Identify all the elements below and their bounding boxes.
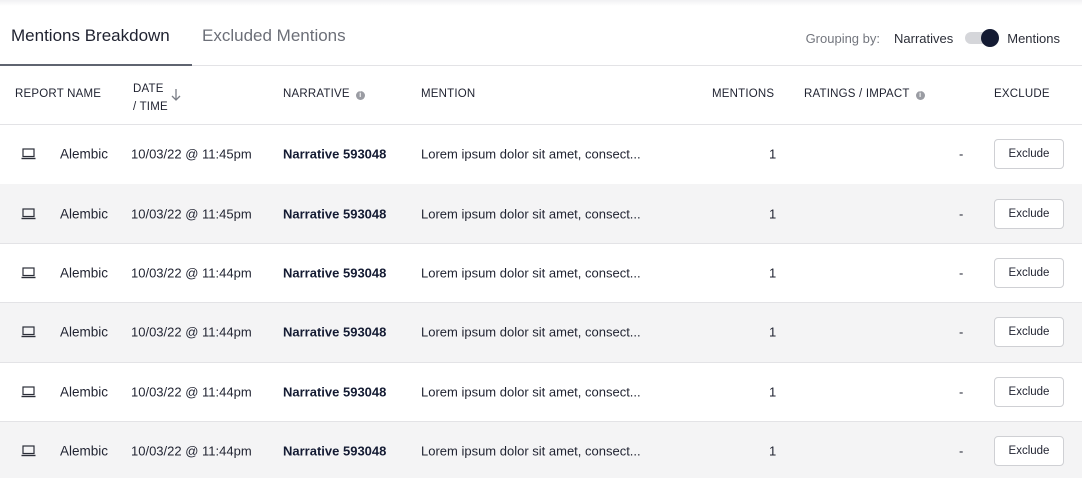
laptop-icon [21, 208, 36, 219]
column-date-line1: DATE [133, 83, 164, 95]
exclude-button[interactable]: Exclude [994, 198, 1064, 229]
report-name[interactable]: Alembic [60, 206, 108, 221]
row-ratings-impact: - [959, 443, 964, 459]
row-date-time: 10/03/22 @ 11:44pm [131, 384, 252, 400]
tab-excluded-mentions[interactable]: Excluded Mentions [192, 26, 356, 66]
report-name[interactable]: Alembic [60, 325, 108, 340]
table-row[interactable]: Alembic 10/03/22 @ 11:44pm Narrative 593… [0, 303, 1082, 363]
row-ratings-impact: - [959, 206, 964, 222]
exclude-button[interactable]: Exclude [994, 376, 1064, 407]
grouping-option-mentions[interactable]: Mentions [1007, 31, 1060, 46]
info-icon[interactable]: i [355, 91, 365, 100]
table-row[interactable]: Alembic 10/03/22 @ 11:45pm Narrative 593… [0, 184, 1082, 244]
column-narrative-label: NARRATIVE [283, 88, 350, 100]
row-mention[interactable]: Lorem ipsum dolor sit amet, consect... [421, 147, 641, 162]
column-date-time[interactable]: DATE / TIME [133, 80, 168, 116]
row-narrative[interactable]: Narrative 593048 [283, 384, 386, 399]
column-mentions-count[interactable]: MENTIONS [712, 88, 774, 100]
row-date-time: 10/03/22 @ 11:44pm [131, 324, 252, 340]
info-icon[interactable]: i [915, 91, 925, 100]
row-mentions-count: 1 [769, 265, 777, 281]
row-mention[interactable]: Lorem ipsum dolor sit amet, consect... [421, 206, 641, 221]
grouping-label: Grouping by: [805, 30, 880, 46]
report-name[interactable]: Alembic [60, 147, 108, 162]
grouping-toggle[interactable] [965, 29, 1000, 47]
row-ratings-impact: - [959, 146, 964, 162]
grouping-option-narratives[interactable]: Narratives [894, 31, 953, 46]
column-exclude: EXCLUDE [994, 88, 1050, 100]
row-date-time: 10/03/22 @ 11:44pm [131, 443, 252, 459]
row-date-time: 10/03/22 @ 11:45pm [131, 146, 252, 162]
tab-mentions-breakdown[interactable]: Mentions Breakdown [0, 26, 192, 66]
table-header: REPORT NAME DATE / TIME NARRATIVE i MENTI… [0, 66, 1082, 125]
report-name[interactable]: Alembic [60, 444, 108, 459]
row-ratings-impact: - [959, 265, 964, 281]
report-name[interactable]: Alembic [60, 384, 108, 399]
laptop-icon [21, 386, 36, 398]
table-row[interactable]: Alembic 10/03/22 @ 11:44pm Narrative 593… [0, 422, 1082, 478]
laptop-icon [21, 267, 36, 279]
row-mentions-count: 1 [769, 443, 777, 459]
column-ratings-label: RATINGS / IMPACT [804, 88, 910, 100]
exclude-button[interactable]: Exclude [994, 317, 1064, 348]
row-narrative[interactable]: Narrative 593048 [283, 206, 386, 221]
laptop-icon [21, 326, 36, 338]
row-mentions-count: 1 [769, 324, 777, 340]
row-narrative[interactable]: Narrative 593048 [283, 147, 386, 162]
exclude-button[interactable]: Exclude [994, 258, 1064, 289]
row-narrative[interactable]: Narrative 593048 [283, 266, 386, 281]
report-name[interactable]: Alembic [60, 266, 108, 281]
toggle-knob [981, 29, 1000, 47]
row-mention[interactable]: Lorem ipsum dolor sit amet, consect... [421, 444, 641, 459]
row-date-time: 10/03/22 @ 11:44pm [131, 265, 252, 281]
row-mentions-count: 1 [769, 146, 777, 162]
column-date-line2: / TIME [133, 101, 168, 113]
exclude-button[interactable]: Exclude [994, 139, 1064, 170]
row-ratings-impact: - [959, 384, 964, 400]
column-narrative[interactable]: NARRATIVE i [283, 88, 365, 100]
row-mentions-count: 1 [769, 384, 777, 400]
grouping-control: Grouping by: Narratives Mentions [806, 29, 1060, 47]
row-mentions-count: 1 [769, 206, 777, 222]
arrow-down-icon[interactable] [170, 88, 182, 102]
laptop-icon [21, 148, 36, 160]
table-row[interactable]: Alembic 10/03/22 @ 11:44pm Narrative 593… [0, 363, 1082, 423]
column-mention[interactable]: MENTION [421, 88, 475, 100]
row-mention[interactable]: Lorem ipsum dolor sit amet, consect... [421, 384, 641, 399]
laptop-icon [21, 445, 36, 457]
exclude-button[interactable]: Exclude [994, 436, 1064, 467]
row-narrative[interactable]: Narrative 593048 [283, 444, 386, 459]
column-ratings-impact[interactable]: RATINGS / IMPACT i [804, 88, 925, 100]
row-mention[interactable]: Lorem ipsum dolor sit amet, consect... [421, 266, 641, 281]
table-row[interactable]: Alembic 10/03/22 @ 11:44pm Narrative 593… [0, 244, 1082, 304]
table-row[interactable]: Alembic 10/03/22 @ 11:45pm Narrative 593… [0, 125, 1082, 185]
tab-bar: Mentions Breakdown Excluded Mentions Gro… [0, 0, 1082, 66]
row-mention[interactable]: Lorem ipsum dolor sit amet, consect... [421, 325, 641, 340]
row-narrative[interactable]: Narrative 593048 [283, 325, 386, 340]
row-date-time: 10/03/22 @ 11:45pm [131, 206, 252, 222]
row-ratings-impact: - [959, 324, 964, 340]
column-report-name[interactable]: REPORT NAME [15, 88, 101, 100]
